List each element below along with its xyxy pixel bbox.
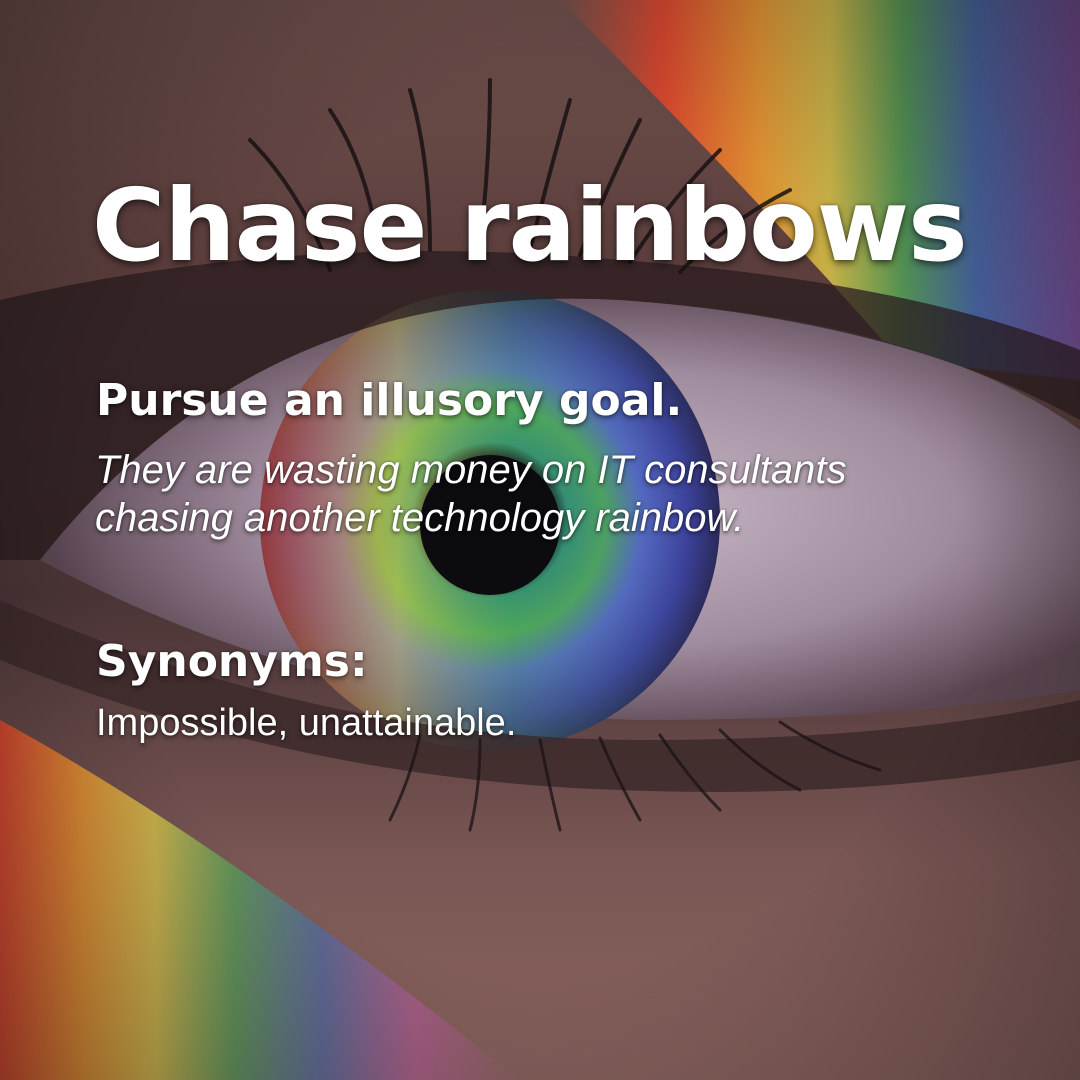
definition: Pursue an illusory goal. (96, 375, 683, 426)
quote-card: Chase rainbows Pursue an illusory goal. … (0, 0, 1080, 1080)
synonyms-list: Impossible, unattainable. (96, 702, 517, 744)
example-line-1: They are wasting money on IT consultants (95, 448, 847, 492)
phrase-title: Chase rainbows (92, 167, 968, 284)
example-sentence: They are wasting money on IT consultants… (95, 446, 995, 542)
example-line-2: chasing another technology rainbow. (95, 496, 745, 540)
text-overlay: Chase rainbows Pursue an illusory goal. … (0, 0, 1080, 1080)
synonyms-heading: Synonyms: (96, 636, 368, 687)
